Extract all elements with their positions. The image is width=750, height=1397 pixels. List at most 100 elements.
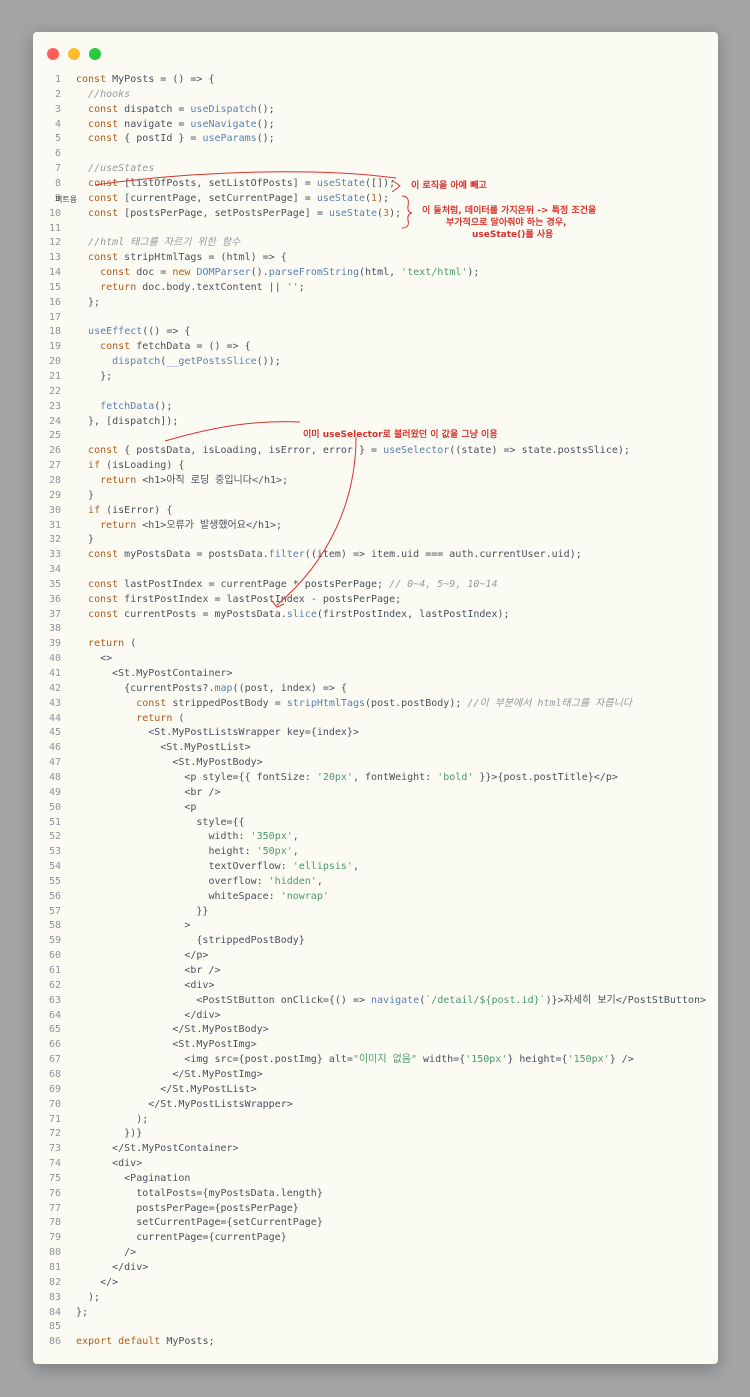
code-text: const currentPosts = myPostsData.slice(f… <box>88 608 510 620</box>
code-line: 8 const [listOfPosts, setListOfPosts] = … <box>33 177 718 192</box>
line-number: 46 <box>48 742 61 754</box>
code-text: style={{ <box>76 816 245 828</box>
code-text: <br /> <box>76 965 221 976</box>
code-text: const [listOfPosts, setListOfPosts] = us… <box>88 177 396 189</box>
line-number: 43 <box>48 697 61 709</box>
line-number: 11 <box>48 222 61 234</box>
code-text: textOverflow: 'ellipsis', <box>76 861 359 873</box>
line-number: 32 <box>48 534 61 546</box>
code-line: 39 return ( <box>33 637 718 652</box>
line-number: 86 <box>48 1336 61 1348</box>
code-text: useEffect(() => { <box>88 326 191 338</box>
line-number: 21 <box>48 371 61 382</box>
code-text: const doc = new DOMParser().parseFromStr… <box>100 267 480 279</box>
code-text: export default MyPosts; <box>76 1336 215 1348</box>
code-text: return ( <box>88 638 137 650</box>
code-line: 13 const stripHtmlTags = (html) => { <box>33 251 718 266</box>
code-text: currentPage={currentPage} <box>76 1232 287 1244</box>
code-text: overflow: 'hidden', <box>76 875 323 887</box>
line-number: 73 <box>48 1143 61 1155</box>
code-line: 77 postsPerPage={postsPerPage} <box>33 1202 718 1217</box>
code-text: const [currentPage, setCurrentPage] = us… <box>88 192 390 204</box>
code-line: 62 <div> <box>33 979 718 994</box>
line-number: 59 <box>48 935 61 947</box>
code-line: 55 overflow: 'hidden', <box>33 875 718 890</box>
code-line: 23 fetchData(); <box>33 400 718 415</box>
line-number: 27 <box>48 460 61 472</box>
code-line: 52 width: '350px', <box>33 830 718 845</box>
line-number: 79 <box>48 1232 61 1244</box>
code-line: 81 </div> <box>33 1261 718 1276</box>
code-text: </div> <box>76 1009 221 1021</box>
line-number: 6 <box>54 148 61 160</box>
code-line: 83 ); <box>33 1291 718 1306</box>
line-number: 22 <box>48 385 61 397</box>
code-text: const strippedPostBody = stripHtmlTags(p… <box>136 697 632 709</box>
line-number: 38 <box>48 623 61 635</box>
line-number: 41 <box>48 668 61 679</box>
code-text: //hooks <box>88 88 131 100</box>
code-line: 45 <St.MyPostListsWrapper key={index}> <box>33 726 718 741</box>
code-line: 57 }} <box>33 905 718 920</box>
code-line: 66 <St.MyPostImg> <box>33 1038 718 1053</box>
code-text: <br /> <box>76 786 221 798</box>
code-line: 18 useEffect(() => { <box>33 325 718 340</box>
code-line: 28 return <h1>아직 로딩 중입니다</h1>; <box>33 474 718 489</box>
line-number: 4 <box>54 118 61 130</box>
line-number: 25 <box>48 430 61 442</box>
code-text: ); <box>76 1113 149 1125</box>
code-line: 72 })} <box>33 1127 718 1142</box>
line-number: 33 <box>48 549 61 561</box>
code-line: 50 <p <box>33 801 718 816</box>
line-number: 63 <box>48 994 61 1006</box>
code-text: <p <box>76 801 197 813</box>
code-line: 49 <br /> <box>33 786 718 801</box>
code-text: </St.MyPostListsWrapper> <box>76 1098 293 1110</box>
code-text: }, [dispatch]); <box>76 415 179 427</box>
code-line: 59 {strippedPostBody} <box>33 934 718 949</box>
line-number: 7 <box>54 163 61 175</box>
code-line: 36 const firstPostIndex = lastPostIndex … <box>33 593 718 608</box>
annotation-use-selector: 이미 useSelector로 불러왔던 이 값을 그냥 이용 <box>303 430 498 440</box>
code-line: 48 <p style={{ fontSize: '20px', fontWei… <box>33 771 718 786</box>
code-text: dispatch(__getPostsSlice()); <box>112 356 281 368</box>
line-number: 77 <box>48 1202 61 1214</box>
code-text: const myPostsData = postsData.filter((it… <box>88 549 582 561</box>
code-line: 56 whiteSpace: 'nowrap' <box>33 890 718 905</box>
line-number: 84 <box>48 1306 61 1318</box>
code-text: <> <box>76 653 113 665</box>
line-number: 48 <box>48 771 61 783</box>
code-line: 41 <St.MyPostContainer> <box>33 667 718 682</box>
line-number: 66 <box>48 1039 61 1051</box>
code-line: 15 return doc.body.textContent || ''; <box>33 281 718 296</box>
minimize-button[interactable] <box>68 48 80 60</box>
line-number: 83 <box>48 1291 61 1303</box>
code-text: <p style={{ fontSize: '20px', fontWeight… <box>76 771 618 783</box>
code-line: 34 <box>33 563 718 578</box>
code-line: 9 const [currentPage, setCurrentPage] = … <box>33 192 718 207</box>
line-number: 17 <box>48 311 61 323</box>
code-line: 5 const { postId } = useParams(); <box>33 132 718 147</box>
code-line: 6 <box>33 147 718 162</box>
code-text: </St.MyPostList> <box>76 1083 257 1095</box>
code-line: 69 </St.MyPostList> <box>33 1083 718 1098</box>
line-number: 13 <box>48 252 61 264</box>
code-text: ); <box>76 1291 101 1303</box>
code-text: <St.MyPostBody> <box>76 757 263 769</box>
annotation-remove-logic: 이 로직을 아예 빼고 <box>411 181 487 191</box>
code-text: const { postId } = useParams(); <box>88 133 275 145</box>
code-text: const firstPostIndex = lastPostIndex - p… <box>88 593 402 605</box>
code-text: //html 태그를 자르기 위한 함수 <box>88 237 241 249</box>
code-text: }; <box>76 1306 89 1318</box>
code-line: 42 {currentPosts?.map((post, index) => { <box>33 682 718 697</box>
code-text: </div> <box>76 1262 149 1273</box>
line-number: 19 <box>48 341 61 353</box>
close-button[interactable] <box>47 48 59 60</box>
code-line: 32 } <box>33 533 718 548</box>
code-line: 3 const dispatch = useDispatch(); <box>33 103 718 118</box>
zoom-button[interactable] <box>89 48 101 60</box>
line-number: 44 <box>48 712 61 724</box>
line-number: 45 <box>48 727 61 739</box>
line-number: 1 <box>54 74 61 85</box>
code-line: 46 <St.MyPostList> <box>33 741 718 756</box>
